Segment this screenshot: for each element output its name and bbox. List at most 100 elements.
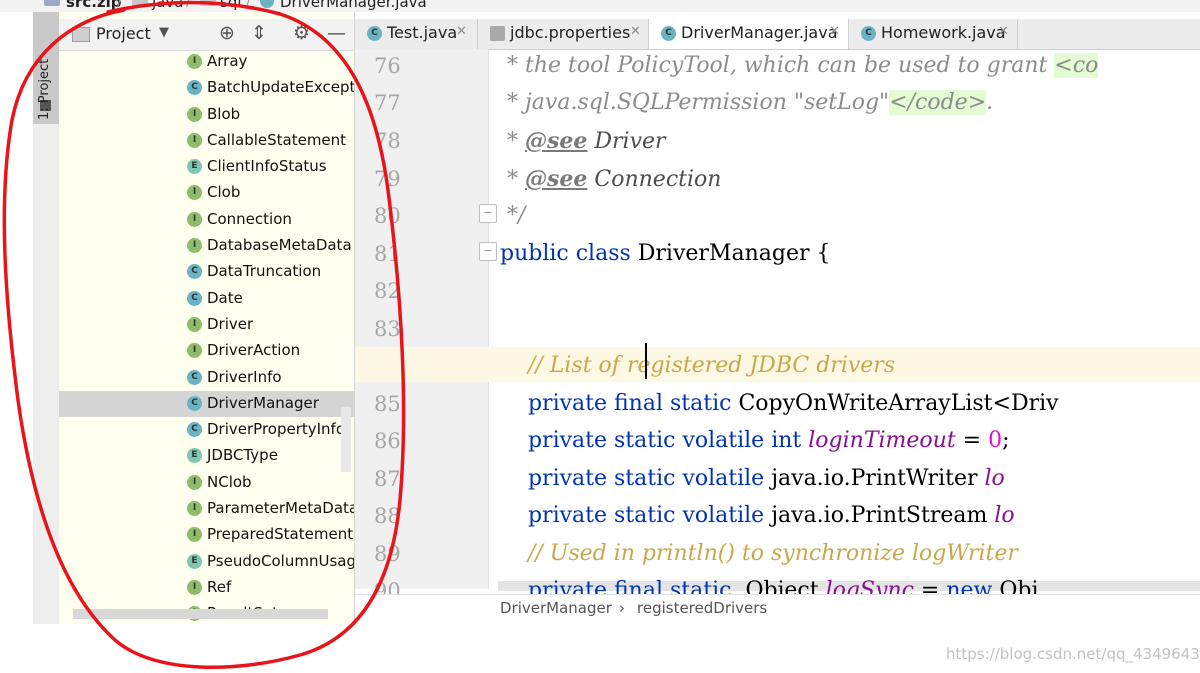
class-icon: C	[187, 422, 202, 438]
tree-item-pseudocolumnusag[interactable]: E PseudoColumnUsag	[59, 549, 354, 575]
line-number: 89	[374, 542, 401, 566]
tree-item-label: Blob	[207, 104, 241, 123]
close-icon[interactable]: ✕	[456, 24, 467, 39]
code-class-name: DriverManager {	[637, 241, 831, 266]
code-comment: .	[986, 90, 994, 115]
editor-breadcrumb-bar: DriverManager › registeredDrivers	[355, 594, 1200, 624]
project-tool-window-button[interactable]: 1: Project	[33, 12, 59, 124]
tree-item-date[interactable]: C Date	[59, 286, 354, 312]
code-type: CopyOnWriteArrayList<Driv	[738, 391, 1059, 416]
tree-item-array[interactable]: I Array	[59, 49, 354, 75]
close-icon[interactable]: ✕	[630, 24, 641, 39]
tree-horizontal-scrollbar[interactable]	[73, 609, 328, 619]
editor-tab-bar: C Test.java ✕ jdbc.properties ✕ C Driver…	[355, 19, 1200, 50]
class-icon: C	[187, 80, 202, 96]
navigation-breadcrumb: src.zip / java / sql / DriverManager.jav…	[0, 0, 1200, 12]
tree-item-callablestatement[interactable]: I CallableStatement	[59, 128, 354, 154]
line-number: 87	[374, 467, 401, 491]
interface-icon: I	[187, 211, 202, 227]
code-doc-tag: @see	[525, 166, 588, 192]
gear-icon[interactable]: ⚙	[293, 21, 310, 45]
project-tool-window-label: 1: Project	[37, 58, 52, 120]
tree-item-driver[interactable]: I Driver	[59, 312, 354, 338]
line-number: 81	[374, 242, 401, 266]
interface-icon: I	[187, 527, 202, 543]
interface-icon: I	[187, 474, 202, 490]
tab-jdbc-properties[interactable]: jdbc.properties ✕	[478, 19, 649, 49]
tree-item-label: CallableStatement	[207, 130, 347, 149]
tree-item-label: Array	[207, 52, 248, 70]
hide-icon[interactable]: —	[327, 21, 346, 45]
class-icon	[260, 0, 274, 8]
tree-item-jdbctype[interactable]: E JDBCType	[59, 443, 354, 469]
project-panel-header: Project ▼ ⊕ ⇕ ⚙ —	[59, 19, 354, 51]
breadcrumb-member[interactable]: registeredDrivers	[637, 599, 767, 617]
line-number: 77	[374, 91, 401, 115]
target-icon[interactable]: ⊕	[219, 21, 235, 45]
interface-icon: I	[187, 54, 202, 69]
code-doc-tag: @see	[525, 128, 588, 154]
code-area[interactable]: * the tool PolicyTool, which can be used…	[490, 49, 1200, 603]
tree-item-label: ClientInfoStatus	[207, 157, 327, 176]
breadcrumb-java[interactable]: java	[152, 0, 183, 11]
code-html-tag: <co	[1054, 53, 1099, 78]
tree-item-drivermanager[interactable]: C DriverManager	[59, 390, 354, 418]
tree-item-driverinfo[interactable]: C DriverInfo	[59, 365, 354, 391]
tree-item-parametermetadata[interactable]: I ParameterMetaData	[59, 496, 354, 522]
breadcrumb-class[interactable]: DriverManager	[500, 599, 612, 617]
line-number: 80	[374, 204, 401, 228]
tree-item-nclob[interactable]: I NClob	[59, 470, 354, 496]
tool-window-strip: 1: Project	[33, 12, 60, 624]
tree-item-clientinfostatus[interactable]: E ClientInfoStatus	[59, 154, 354, 180]
line-number: 76	[374, 54, 401, 78]
tree-item-databasemetadata[interactable]: I DatabaseMetaData	[59, 233, 354, 259]
code-field: lo	[994, 503, 1015, 528]
class-icon: C	[861, 26, 876, 41]
code-field: loginTimeout	[808, 428, 956, 453]
close-icon[interactable]: ✕	[829, 24, 840, 39]
code-comment: Driver	[587, 129, 666, 154]
interface-icon: I	[187, 501, 202, 517]
tab-test-java[interactable]: C Test.java ✕	[355, 19, 478, 49]
interface-icon: I	[187, 316, 202, 332]
code-punctuation: ;	[1002, 428, 1010, 453]
tree-item-label: JDBCType	[207, 446, 278, 465]
tree-item-clob[interactable]: I Clob	[59, 180, 354, 206]
tab-label: DriverManager.java	[681, 23, 838, 42]
tree-item-driveraction[interactable]: I DriverAction	[59, 338, 354, 364]
tab-label: Homework.java	[881, 23, 1006, 42]
tree-item-connection[interactable]: I Connection	[59, 207, 354, 233]
tree-item-datatruncation[interactable]: C DataTruncation	[59, 259, 354, 285]
tree-item-label: DriverAction	[207, 341, 301, 360]
tree-item-preparedstatement[interactable]: I PreparedStatement	[59, 522, 354, 548]
collapse-all-icon[interactable]: ⇕	[251, 21, 267, 45]
code-comment: * java.sql.SQLPermission "setLog"	[500, 90, 890, 115]
code-comment: *	[500, 167, 525, 192]
tree-item-label: Connection	[207, 209, 292, 228]
fold-guide	[488, 49, 489, 589]
line-number: 82	[374, 279, 401, 303]
project-view-selector[interactable]: Project	[96, 24, 151, 43]
tab-drivermanager-java[interactable]: C DriverManager.java ✕	[649, 19, 849, 49]
zip-icon	[44, 0, 60, 6]
tree-vertical-scrollbar[interactable]	[341, 407, 351, 472]
tab-label: Test.java	[387, 23, 458, 42]
breadcrumb-drivermanager[interactable]: DriverManager.java	[280, 0, 427, 11]
tree-item-label: ParameterMetaData	[207, 499, 355, 518]
tree-item-ref[interactable]: I Ref	[59, 575, 354, 601]
tree-item-batchupdateexcepti[interactable]: C BatchUpdateExcepti	[59, 75, 354, 101]
line-number: 78	[374, 129, 401, 153]
code-type: java.io.PrintWriter	[771, 466, 985, 491]
tree-item-driverpropertyinfo[interactable]: C DriverPropertyInfo	[59, 417, 354, 443]
interface-icon: I	[187, 185, 202, 201]
breadcrumb-sql[interactable]: sql	[220, 0, 242, 11]
chevron-down-icon[interactable]: ▼	[159, 25, 169, 40]
tree-item-label: PseudoColumnUsag	[207, 551, 355, 570]
close-icon[interactable]: ✕	[998, 24, 1009, 39]
code-editor: C Test.java ✕ jdbc.properties ✕ C Driver…	[355, 12, 1200, 624]
breadcrumb-src-zip[interactable]: src.zip	[66, 0, 122, 11]
tree-item-blob[interactable]: I Blob	[59, 102, 354, 128]
code-comment: */	[500, 203, 526, 228]
tab-homework-java[interactable]: C Homework.java ✕	[849, 19, 1018, 49]
tree-item-label: DriverManager	[207, 393, 319, 412]
